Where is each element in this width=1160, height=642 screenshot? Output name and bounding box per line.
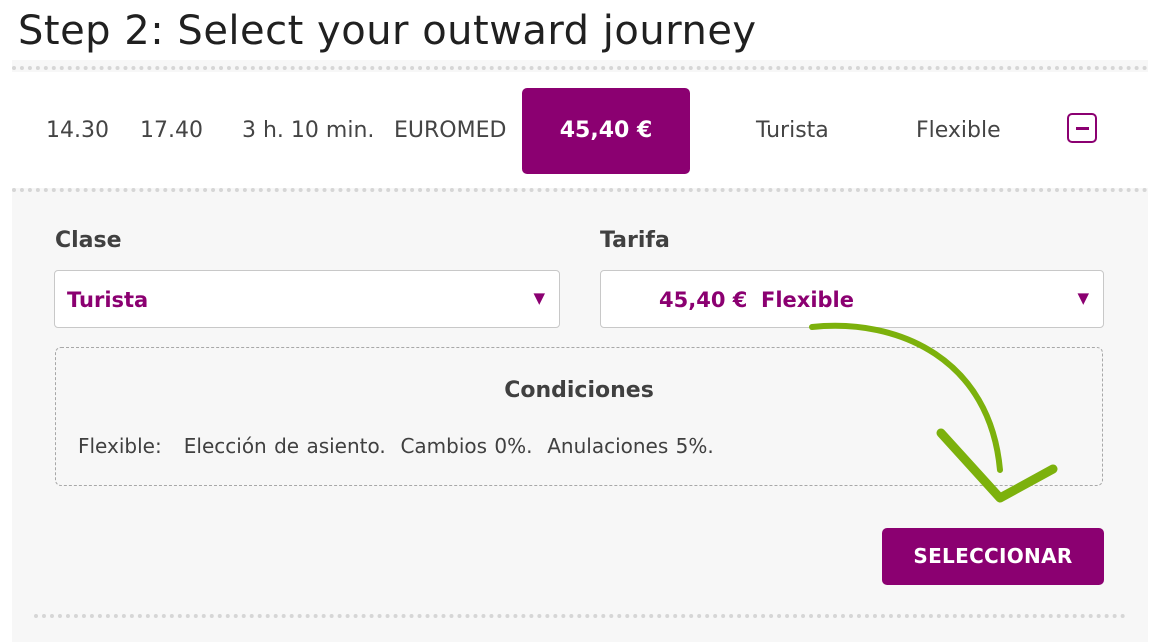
departure-time: 14.30	[46, 118, 109, 143]
train-type: EUROMED	[394, 118, 507, 143]
tarifa-selected-price: 45,40 €	[659, 288, 748, 312]
conditions-text: Flexible: Elección de asiento. Cambios 0…	[78, 434, 714, 458]
tarifa-selected-fare: Flexible	[761, 288, 855, 312]
price-badge[interactable]: 45,40 €	[522, 88, 690, 174]
clase-selected-value: Turista	[67, 288, 149, 312]
clase-select[interactable]: Turista ▼	[54, 270, 560, 328]
conditions-box: Condiciones Flexible: Elección de asient…	[55, 347, 1103, 486]
journey-class: Turista	[756, 118, 829, 143]
journey-fare: Flexible	[916, 118, 1001, 143]
collapse-minus-icon[interactable]	[1067, 113, 1097, 143]
seleccionar-button[interactable]: SELECCIONAR	[882, 528, 1104, 585]
top-divider	[12, 66, 1148, 70]
journey-row[interactable]: 14.30 17.40 3 h. 10 min. EUROMED 45,40 €…	[12, 72, 1148, 188]
conditions-title: Condiciones	[504, 378, 654, 403]
chevron-down-icon: ▼	[533, 289, 545, 307]
page-heading: Step 2: Select your outward journey	[18, 8, 757, 54]
bottom-divider	[34, 614, 1126, 618]
arrival-time: 17.40	[140, 118, 203, 143]
journey-duration: 3 h. 10 min.	[242, 118, 375, 143]
chevron-down-icon: ▼	[1077, 289, 1089, 307]
clase-label: Clase	[55, 228, 122, 253]
tarifa-label: Tarifa	[600, 228, 670, 253]
row-divider	[12, 188, 1148, 192]
tarifa-select[interactable]: 45,40 € Flexible ▼	[600, 270, 1104, 328]
